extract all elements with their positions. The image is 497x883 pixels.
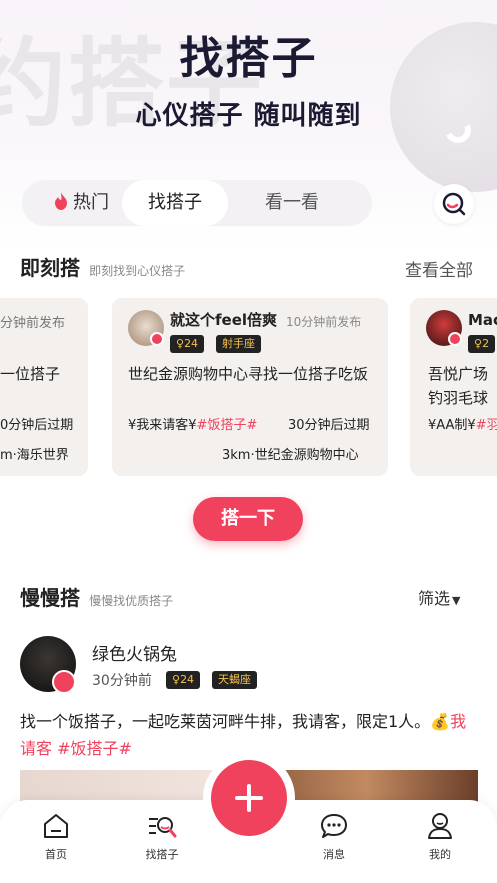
slow-section-header: 慢慢搭 慢慢找优质搭子 (20, 582, 173, 612)
instant-card[interactable]: 分钟前发布 一位搭子 0分钟后过期 m·海乐世界 (0, 298, 88, 476)
card-pay: ¥我来请客¥#饭搭子# (128, 414, 257, 438)
search-button[interactable] (434, 184, 474, 224)
tabbar-profile-label: 我的 (429, 848, 451, 861)
card-expire: 0分钟后过期 (0, 418, 74, 433)
age-value: 24 (180, 673, 195, 686)
page-title: 找搭子 (179, 33, 318, 84)
match-now-button[interactable]: 搭一下 (193, 497, 303, 541)
tabbar-messages-label: 消息 (323, 848, 345, 861)
slow-section-subtitle: 慢慢找优质搭子 (89, 594, 174, 608)
verified-badge-icon (150, 332, 164, 346)
profile-icon (428, 813, 452, 839)
post-text: 找一个饭搭子，一起吃莱茵河畔牛排，我请客，限定1人。 (20, 712, 431, 731)
add-post-button[interactable] (211, 760, 287, 836)
card-location: m·海乐世界 (0, 448, 69, 463)
card-user-name: Mac (468, 311, 497, 329)
instant-section-subtitle: 即刻找到心仪搭子 (89, 264, 186, 278)
zodiac-badge: 天蝎座 (212, 671, 257, 689)
post-user-name: 绿色火锅兔 (92, 645, 177, 665)
money-bag-icon: 💰 (430, 712, 451, 731)
instant-section-header: 即刻搭 即刻找到心仪搭子 (20, 252, 185, 282)
age-badge: ♀24 (166, 671, 201, 689)
view-all-link[interactable]: 查看全部 (405, 256, 473, 281)
card-text: 吾悦广场钓羽毛球 (428, 365, 489, 407)
card-tag[interactable]: #饭搭子# (197, 418, 258, 433)
message-icon (321, 814, 347, 838)
card-time: 分钟前发布 (0, 316, 66, 331)
verified-badge-icon (52, 670, 76, 694)
tab-find-partner[interactable]: 找搭子 (122, 180, 228, 226)
post-tag[interactable]: #饭搭子# (57, 739, 132, 758)
page-subtitle: 心仪搭子 随叫随到 (135, 101, 362, 131)
home-icon (44, 814, 68, 838)
category-tabs: 热门 找搭子 看一看 (22, 180, 372, 226)
instant-section-title: 即刻搭 (20, 256, 80, 280)
card-pay-label: ¥我来请客¥ (128, 418, 197, 433)
card-time: 10分钟前发布 (286, 315, 362, 329)
filter-button[interactable]: 筛选 ▼ (418, 585, 460, 609)
age-badge: ♀24 (170, 335, 205, 353)
card-expire: 30分钟后过期 (288, 418, 370, 433)
card-user-name: 就这个feel倍爽 (170, 311, 278, 329)
search-icon (442, 192, 466, 216)
card-pay-label: ¥AA制¥ (428, 418, 476, 433)
age-value: 24 (184, 337, 199, 350)
age-value: 2 (482, 337, 490, 350)
tabbar-find-partner-label: 找搭子 (145, 848, 179, 861)
card-text: 一位搭子 (0, 365, 61, 383)
card-pay: ¥AA制¥#羽 (428, 414, 497, 438)
find-partner-icon (149, 817, 177, 838)
age-badge: ♀2 (468, 335, 496, 353)
tabbar-home-label: 首页 (45, 848, 67, 861)
verified-badge-icon (448, 332, 462, 346)
card-location: 3km·世纪金源购物中心 (222, 448, 359, 463)
card-tag[interactable]: #羽 (476, 418, 497, 433)
card-text: 世纪金源购物中心寻找一位搭子吃饭 (128, 365, 369, 383)
tab-hot-label: 热门 (73, 192, 109, 213)
post-content: 找一个饭搭子，一起吃莱茵河畔牛排，我请客，限定1人。💰我请客 #饭搭子# (20, 708, 480, 762)
filter-label: 筛选 (418, 589, 451, 608)
caret-down-icon: ▼ (452, 594, 461, 607)
post-time: 30分钟前 (92, 673, 152, 689)
instant-card[interactable]: Mac ♀2 吾悦广场钓羽毛球 ¥AA制¥#羽 (410, 298, 497, 476)
instant-card[interactable]: 就这个feel倍爽 10分钟前发布 ♀24 射手座 世纪金源购物中心寻找一位搭子… (112, 298, 388, 476)
flame-icon (55, 192, 67, 210)
tab-look[interactable]: 看一看 (242, 180, 342, 226)
tab-hot[interactable]: 热门 (36, 180, 126, 226)
slow-section-title: 慢慢搭 (20, 586, 80, 610)
zodiac-badge: 射手座 (216, 335, 261, 353)
